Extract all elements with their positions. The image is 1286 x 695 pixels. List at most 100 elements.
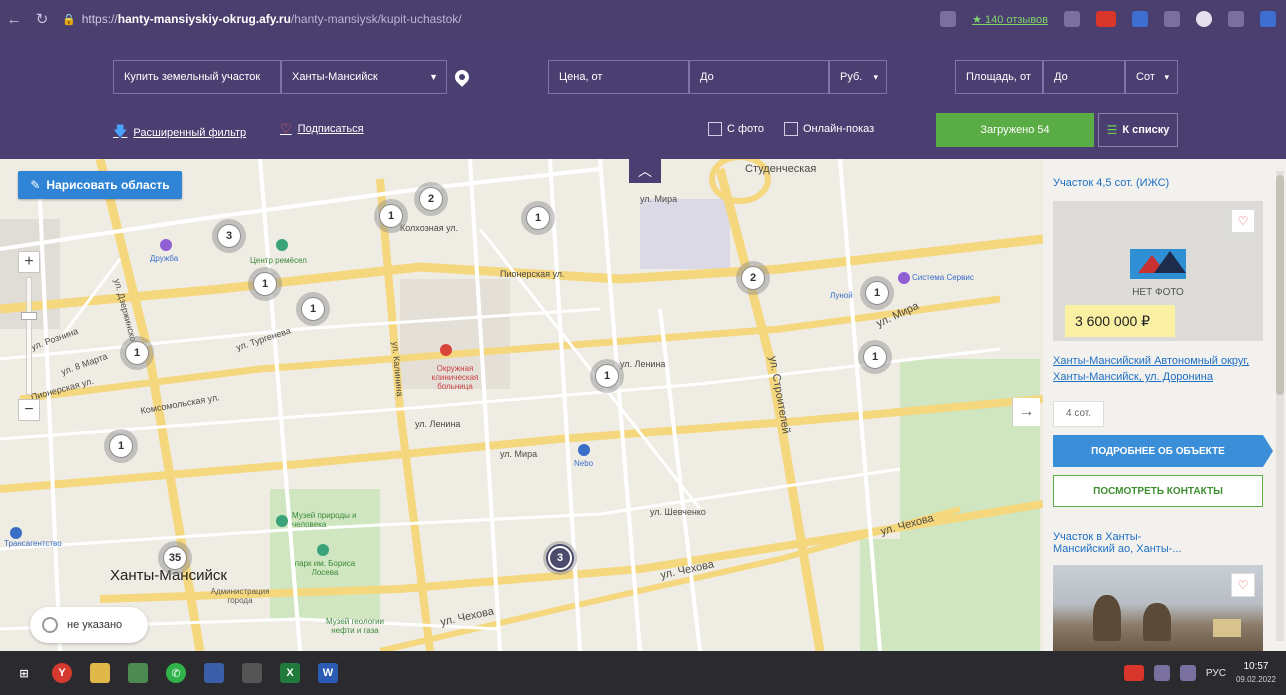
windows-start-icon[interactable]: ⊞ [14,663,34,683]
arrow-right-icon: → [1018,403,1035,420]
service-icon [898,272,910,284]
excel-icon[interactable]: X [280,663,300,683]
poi-label: Центр ремёсел [250,256,307,265]
area-to-placeholder: До [1054,71,1068,83]
area-from-input[interactable]: Площадь, от [955,60,1043,94]
hospital-icon [440,344,452,356]
map-cluster[interactable]: 2 [736,261,770,295]
listing-photo[interactable]: ♡ [1053,565,1263,651]
status-filter-button[interactable]: не указано [30,607,148,643]
advanced-filter-link[interactable]: 🡇 Расширенный фильтр [113,121,246,145]
vpn-icon[interactable] [1196,11,1212,27]
currency-select[interactable]: Руб. ▾ [829,60,887,94]
extension-icon[interactable] [940,11,957,27]
poi-label: Луной [830,291,853,300]
app-icon[interactable] [242,663,262,683]
collapse-panel-button[interactable]: → [1012,398,1040,426]
zoom-out-button[interactable]: − [18,399,40,421]
listing-title[interactable]: Участок в Ханты- Мансийский ао, Ханты-..… [1053,531,1275,555]
favorite-button[interactable]: ♡ [1231,573,1255,597]
details-button[interactable]: ПОДРОБНЕЕ ОБ ОБЪЕКТЕ [1053,435,1273,467]
street-label: ул. Шевченко [650,507,706,517]
online-show-label: Онлайн-показ [803,123,875,135]
contacts-button[interactable]: ПОСМОТРЕТЬ КОНТАКТЫ [1053,475,1263,507]
search-filters: Купить земельный участок Ханты-Мансийск … [0,38,1286,159]
panel-scrollbar[interactable] [1276,171,1284,641]
area-unit-select[interactable]: Сот ▾ [1125,60,1178,94]
adblock-icon[interactable] [1096,11,1116,27]
browser-extensions: ★ 140 отзывов [940,0,1276,38]
location-pin-icon[interactable] [452,67,472,87]
price-from-input[interactable]: Цена, от [548,60,689,94]
file-explorer-icon[interactable] [90,663,110,683]
zoom-in-button[interactable]: + [18,251,40,273]
map-view[interactable]: Пионерская ул. Студенческая Колхозная ул… [0,159,1043,651]
language-indicator[interactable]: РУС [1206,668,1226,679]
list-icon: ☰ [1106,123,1118,137]
zoom-slider-handle[interactable] [21,312,37,320]
map-cluster-selected[interactable]: 3 [543,541,577,575]
listing-photo[interactable]: ♡ НЕТ ФОТО 3 600 000 ₽ [1053,201,1263,341]
whatsapp-icon[interactable]: ✆ [166,663,186,683]
deal-type-value: Купить земельный участок [124,71,261,83]
map-cluster[interactable]: 1 [521,201,555,235]
map-cluster[interactable]: 3 [212,219,246,253]
currency-value: Руб. [840,71,863,83]
online-show-checkbox[interactable]: Онлайн-показ [784,122,874,136]
price-to-input[interactable]: До [689,60,829,94]
map-cluster[interactable]: 1 [104,429,138,463]
subscribe-link[interactable]: ♡ Подписаться [280,121,364,137]
word-icon[interactable]: W [318,663,338,683]
with-photo-checkbox[interactable]: С фото [708,122,764,136]
browser-toolbar: ← ↻ 🔒 https://hanty-mansiyskiy-okrug.afy… [0,0,1286,38]
crafts-icon [276,239,288,251]
loaded-count-button[interactable]: Загружено 54 [936,113,1094,147]
map-cluster[interactable]: 1 [590,359,624,393]
poi-label: Окружная клиническая больница [431,364,479,391]
listing-address[interactable]: Ханты-Мансийский Автономный округ, Ханты… [1053,353,1275,385]
map-cluster[interactable]: 1 [248,267,282,301]
yandex-browser-icon[interactable]: Y [52,663,72,683]
to-list-button[interactable]: ☰ К списку [1098,113,1178,147]
poi-label: Музей геологии нефти и газа [326,617,384,635]
back-arrow-icon[interactable]: ← [0,11,28,28]
tray-app-icon[interactable] [1123,665,1144,681]
scrollbar-thumb[interactable] [1276,175,1284,395]
address-bar[interactable]: 🔒 https://hanty-mansiyskiy-okrug.afy.ru /… [62,12,462,26]
map-cluster[interactable]: 35 [158,541,192,575]
map-cluster[interactable]: 1 [860,276,894,310]
bookmark-icon[interactable] [1064,11,1080,27]
area-to-input[interactable]: До [1043,60,1125,94]
map-cluster[interactable]: 1 [296,292,330,326]
checkbox-box[interactable] [708,122,722,136]
map-cluster[interactable]: 1 [120,336,154,370]
status-label: не указано [67,619,123,631]
share-icon[interactable] [1132,11,1148,27]
system-clock[interactable]: 10:57 09.02.2022 [1236,660,1276,686]
volume-icon[interactable] [1179,665,1196,681]
map-cluster[interactable]: 2 [414,182,448,216]
reviews-link[interactable]: ★ 140 отзывов [972,13,1048,26]
draw-area-label: Нарисовать область [46,178,170,192]
map-cluster[interactable]: 1 [858,340,892,374]
draw-area-button[interactable]: ✎ Нарисовать область [18,171,182,199]
app-icon[interactable] [128,663,148,683]
downloads-icon[interactable] [1228,11,1244,27]
heart-icon: ♡ [280,121,292,136]
city-select[interactable]: Ханты-Мансийск ▼ [281,60,447,94]
zoom-control: + − [18,251,40,421]
map-cluster[interactable]: 1 [374,199,408,233]
street-label: Пионерская ул. [500,269,565,279]
poi-label: Система Сервис [912,273,974,282]
tabs-icon[interactable] [1164,11,1180,27]
zoom-slider[interactable] [21,277,37,395]
app-icon[interactable] [204,663,224,683]
profile-icon[interactable] [1260,11,1276,27]
favorite-button[interactable]: ♡ [1231,209,1255,233]
listing-title[interactable]: Участок 4,5 сот. (ИЖС) [1053,177,1275,189]
deal-type-select[interactable]: Купить земельный участок [113,60,281,94]
collapse-filters-button[interactable]: ︿ [629,159,661,183]
reload-icon[interactable]: ↻ [28,10,56,28]
checkbox-box[interactable] [784,122,798,136]
network-icon[interactable] [1153,665,1170,681]
